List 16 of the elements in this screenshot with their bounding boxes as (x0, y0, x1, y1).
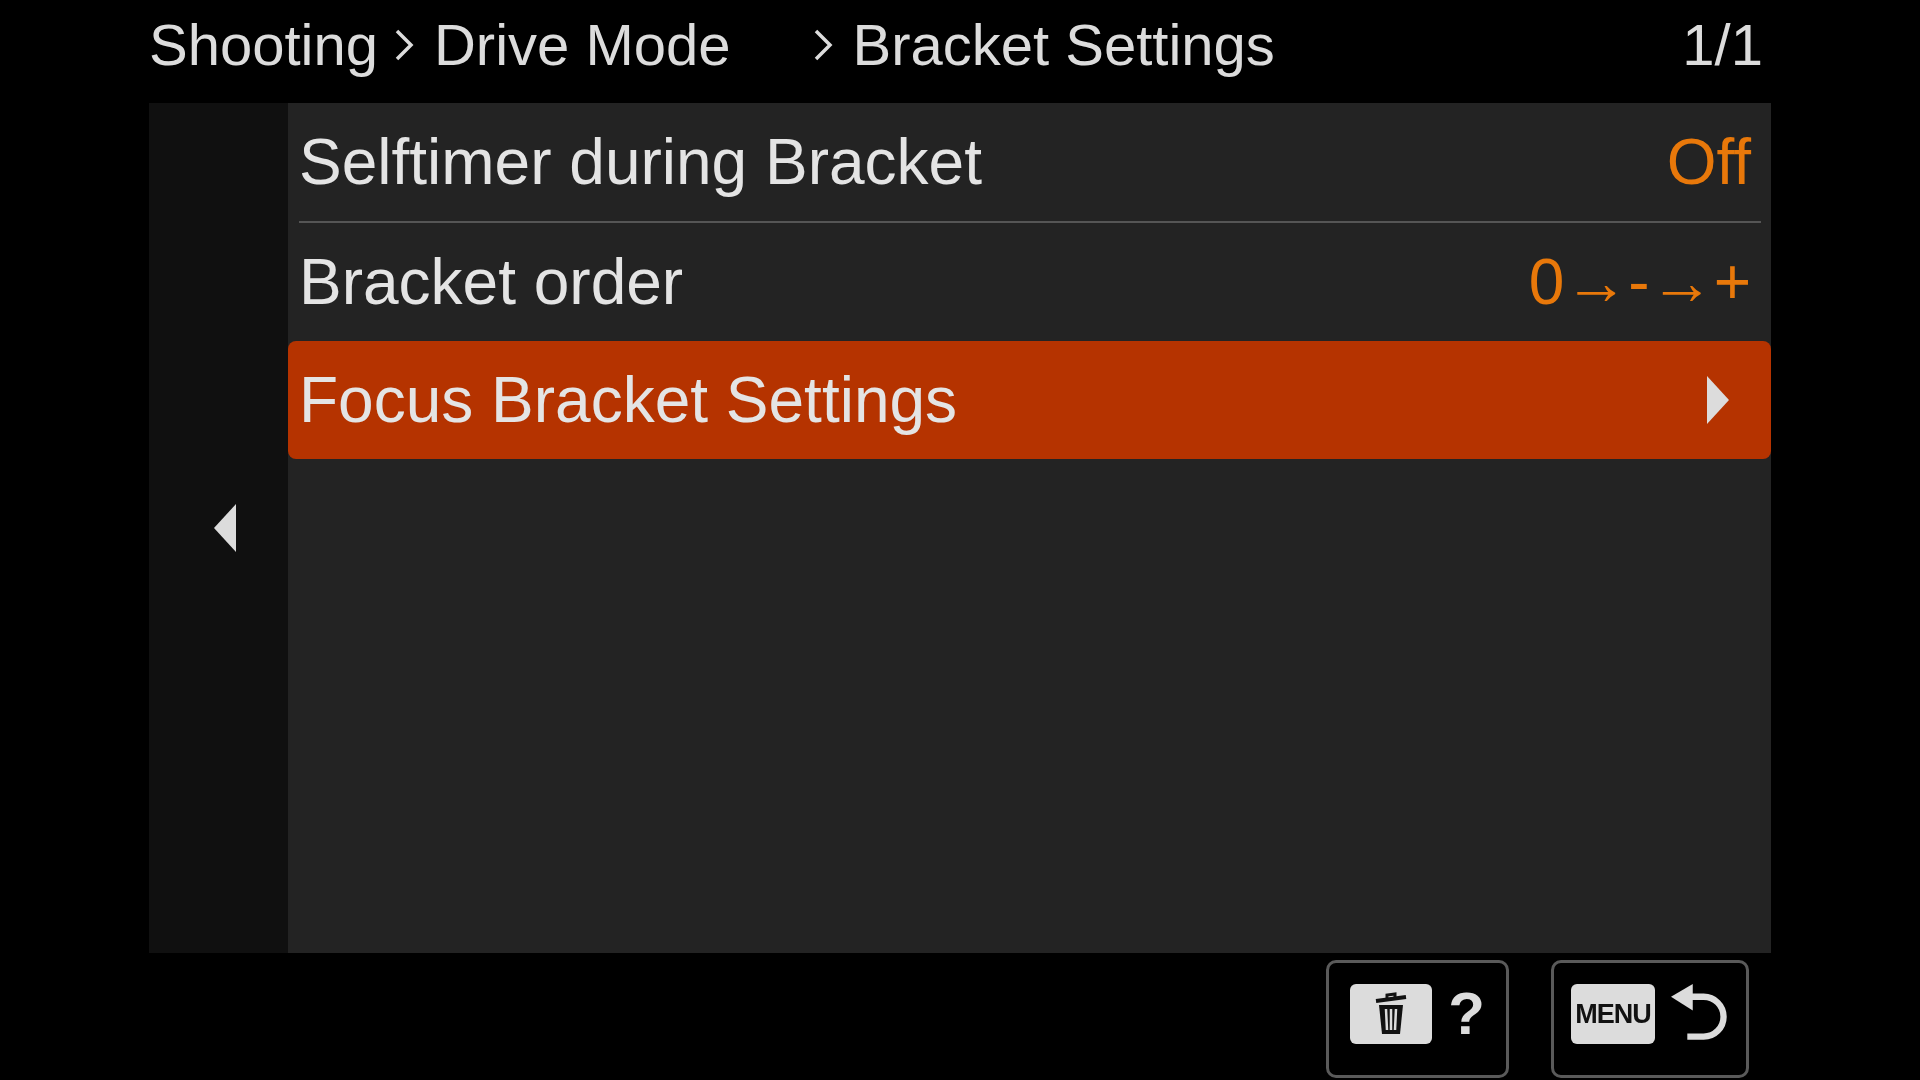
chevron-right-icon (394, 27, 414, 62)
menu-item-value: 0→-→+ (1528, 250, 1751, 314)
left-triangle-icon (213, 504, 236, 552)
trash-icon (1350, 984, 1433, 1044)
help-button[interactable]: ? (1326, 960, 1509, 1078)
menu-back-button[interactable]: MENU (1551, 960, 1749, 1078)
menu-item[interactable]: Focus Bracket Settings (288, 341, 1771, 459)
menu-item[interactable]: Bracket order 0→-→+ (288, 223, 1771, 341)
menu-item-label: Bracket order (299, 250, 684, 314)
menu-item[interactable]: Selftimer during Bracket Off (288, 103, 1771, 221)
menu-key-label: MENU (1571, 984, 1655, 1044)
menu-item-value: Off (1666, 130, 1751, 194)
chevron-right-icon (812, 27, 833, 62)
right-triangle-icon (1707, 376, 1729, 424)
breadcrumb-item: Drive Mode (434, 15, 731, 74)
page-counter: 1/1 (1682, 15, 1763, 74)
